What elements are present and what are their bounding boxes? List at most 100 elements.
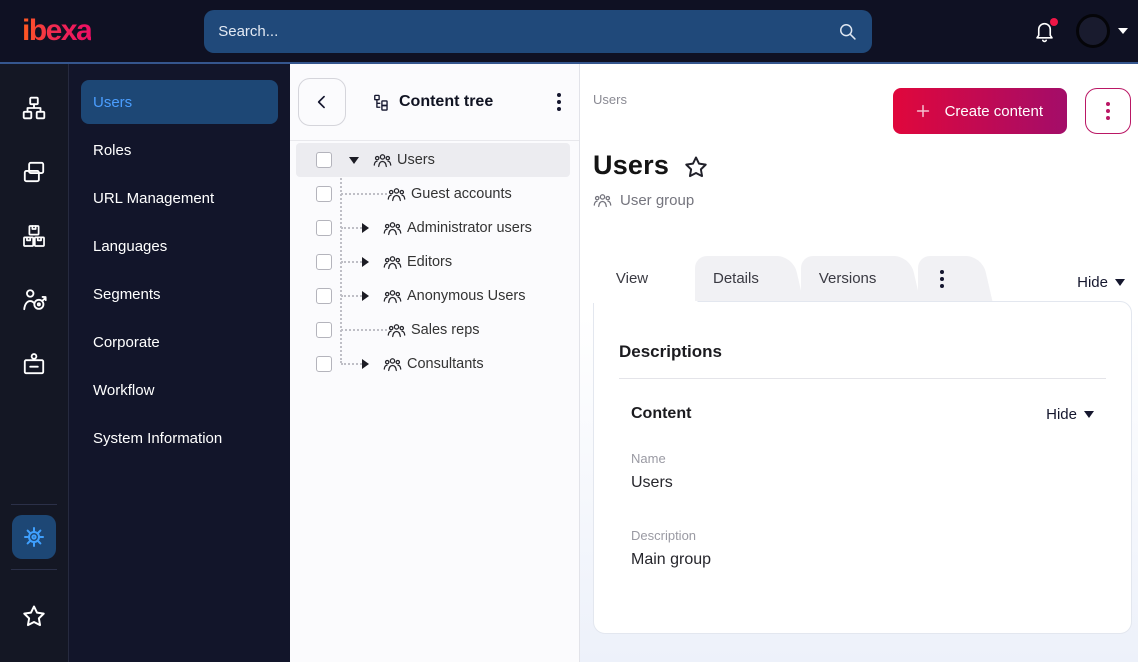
sidebar-item-languages[interactable]: Languages [81, 224, 278, 268]
rail-divider [11, 504, 57, 505]
expand-caret-icon[interactable] [362, 359, 369, 369]
collapse-caret-icon[interactable] [349, 156, 359, 164]
hide-content-toggle[interactable]: Hide [1046, 406, 1094, 423]
tree-item-label[interactable]: Sales reps [411, 322, 480, 338]
plus-icon [913, 101, 933, 121]
sidebar-item-workflow[interactable]: Workflow [81, 368, 278, 412]
content-tree-header: Content tree [290, 64, 579, 140]
sidebar-item-label: URL Management [93, 189, 215, 207]
tree-item-editors[interactable]: Editors [290, 245, 579, 279]
tree-item-label[interactable]: Consultants [407, 356, 484, 372]
notifications-bell-icon[interactable] [1033, 17, 1058, 43]
tree-item-label[interactable]: Users [397, 152, 435, 168]
tree-item-guest-accounts[interactable]: Guest accounts [290, 177, 579, 211]
chevron-down-icon [1115, 279, 1125, 286]
expand-caret-icon[interactable] [362, 257, 369, 267]
user-group-icon [373, 151, 392, 170]
tree-checkbox[interactable] [316, 220, 332, 236]
field-value-description: Main group [631, 551, 712, 568]
user-group-icon [387, 321, 406, 340]
admin-badge-icon[interactable] [2, 332, 66, 396]
tab-versions[interactable]: Versions [800, 256, 913, 301]
content-tree-panel: Content tree Users Guest accounts Admini… [290, 64, 580, 662]
tree-checkbox[interactable] [316, 288, 332, 304]
sidebar-item-label: Segments [93, 285, 161, 303]
tree-connector [341, 261, 362, 263]
content-tree-body: Users Guest accounts Administrator users [290, 141, 579, 381]
tab-bar: View Details Versions Hide [593, 256, 1131, 303]
bookmarks-star-icon[interactable] [2, 584, 66, 648]
user-group-icon [383, 219, 402, 238]
products-icon[interactable] [2, 204, 66, 268]
tab-view[interactable]: View [593, 256, 689, 303]
breadcrumb[interactable]: Users [593, 92, 627, 107]
user-avatar[interactable] [1076, 14, 1110, 48]
collapse-tree-button[interactable] [298, 78, 346, 126]
sidebar-item-corporate[interactable]: Corporate [81, 320, 278, 364]
tree-connector [341, 295, 362, 297]
tree-item-label[interactable]: Administrator users [407, 220, 532, 236]
expand-caret-icon[interactable] [362, 291, 369, 301]
tree-checkbox[interactable] [316, 322, 332, 338]
app-window: ibexa Search... Users Roles URL Manageme… [0, 0, 1138, 662]
content-group-heading: Content [631, 405, 692, 422]
tab-details[interactable]: Details [695, 256, 795, 301]
user-group-icon [383, 355, 402, 374]
user-group-icon [593, 191, 612, 210]
tab-label: Versions [818, 270, 877, 287]
expand-caret-icon[interactable] [362, 223, 369, 233]
admin-sidebar: Users Roles URL Management Languages Seg… [69, 64, 290, 662]
sidebar-item-url-management[interactable]: URL Management [81, 176, 278, 220]
top-bar: ibexa [0, 0, 1138, 64]
sidebar-item-label: Workflow [93, 381, 155, 399]
sidebar-item-label: Corporate [93, 333, 160, 351]
user-menu-chevron-down-icon[interactable] [1118, 28, 1128, 34]
tree-checkbox[interactable] [316, 356, 332, 372]
app-shell: Users Roles URL Management Languages Seg… [0, 64, 1138, 662]
tree-item-anonymous-users[interactable]: Anonymous Users [290, 279, 579, 313]
topbar-actions [1033, 14, 1128, 48]
content-structure-icon[interactable] [2, 76, 66, 140]
sidebar-item-segments[interactable]: Segments [81, 272, 278, 316]
tree-item-users[interactable]: Users [296, 143, 570, 177]
content-tree-title: Content tree [399, 93, 494, 110]
sidebar-item-users[interactable]: Users [81, 80, 278, 124]
tab-more-kebab[interactable] [918, 256, 984, 301]
tree-item-administrator-users[interactable]: Administrator users [290, 211, 579, 245]
tree-item-label[interactable]: Anonymous Users [407, 288, 525, 304]
tree-connector [341, 329, 387, 331]
page-options-kebab-button[interactable] [1085, 88, 1131, 134]
hide-sections-toggle[interactable]: Hide [1077, 274, 1125, 301]
bookmark-star-icon[interactable] [683, 154, 709, 180]
search-input[interactable] [204, 9, 873, 53]
tab-label: View [615, 270, 649, 287]
field-value-name: Users [631, 474, 673, 491]
settings-gear-icon[interactable] [12, 515, 56, 559]
tree-item-sales-reps[interactable]: Sales reps [290, 313, 579, 347]
tree-item-label[interactable]: Guest accounts [411, 186, 512, 202]
main-content: Users Create content Users User group Vi… [580, 64, 1138, 662]
create-content-button[interactable]: Create content [892, 88, 1067, 134]
tree-item-label[interactable]: Editors [407, 254, 452, 270]
tab-label: Details [713, 270, 759, 287]
descriptions-heading: Descriptions [619, 342, 722, 361]
field-label-description: Description [631, 528, 697, 543]
tree-checkbox[interactable] [316, 186, 332, 202]
tree-options-kebab-icon[interactable] [553, 89, 565, 115]
tree-checkbox[interactable] [316, 152, 332, 168]
pages-icon[interactable] [2, 140, 66, 204]
sidebar-item-label: Users [93, 93, 133, 111]
sidebar-item-roles[interactable]: Roles [81, 128, 278, 172]
ibexa-logo[interactable]: ibexa [22, 16, 93, 46]
global-search [204, 9, 873, 53]
user-group-icon [383, 287, 402, 306]
search-icon[interactable] [837, 21, 858, 42]
sidebar-item-system-information[interactable]: System Information [81, 416, 278, 460]
hide-label: Hide [1046, 405, 1077, 423]
tree-checkbox[interactable] [316, 254, 332, 270]
tree-item-consultants[interactable]: Consultants [290, 347, 579, 381]
create-content-label: Create content [944, 102, 1043, 120]
kebab-icon [936, 266, 948, 292]
personalization-icon[interactable] [2, 268, 66, 332]
hide-label: Hide [1077, 274, 1108, 291]
